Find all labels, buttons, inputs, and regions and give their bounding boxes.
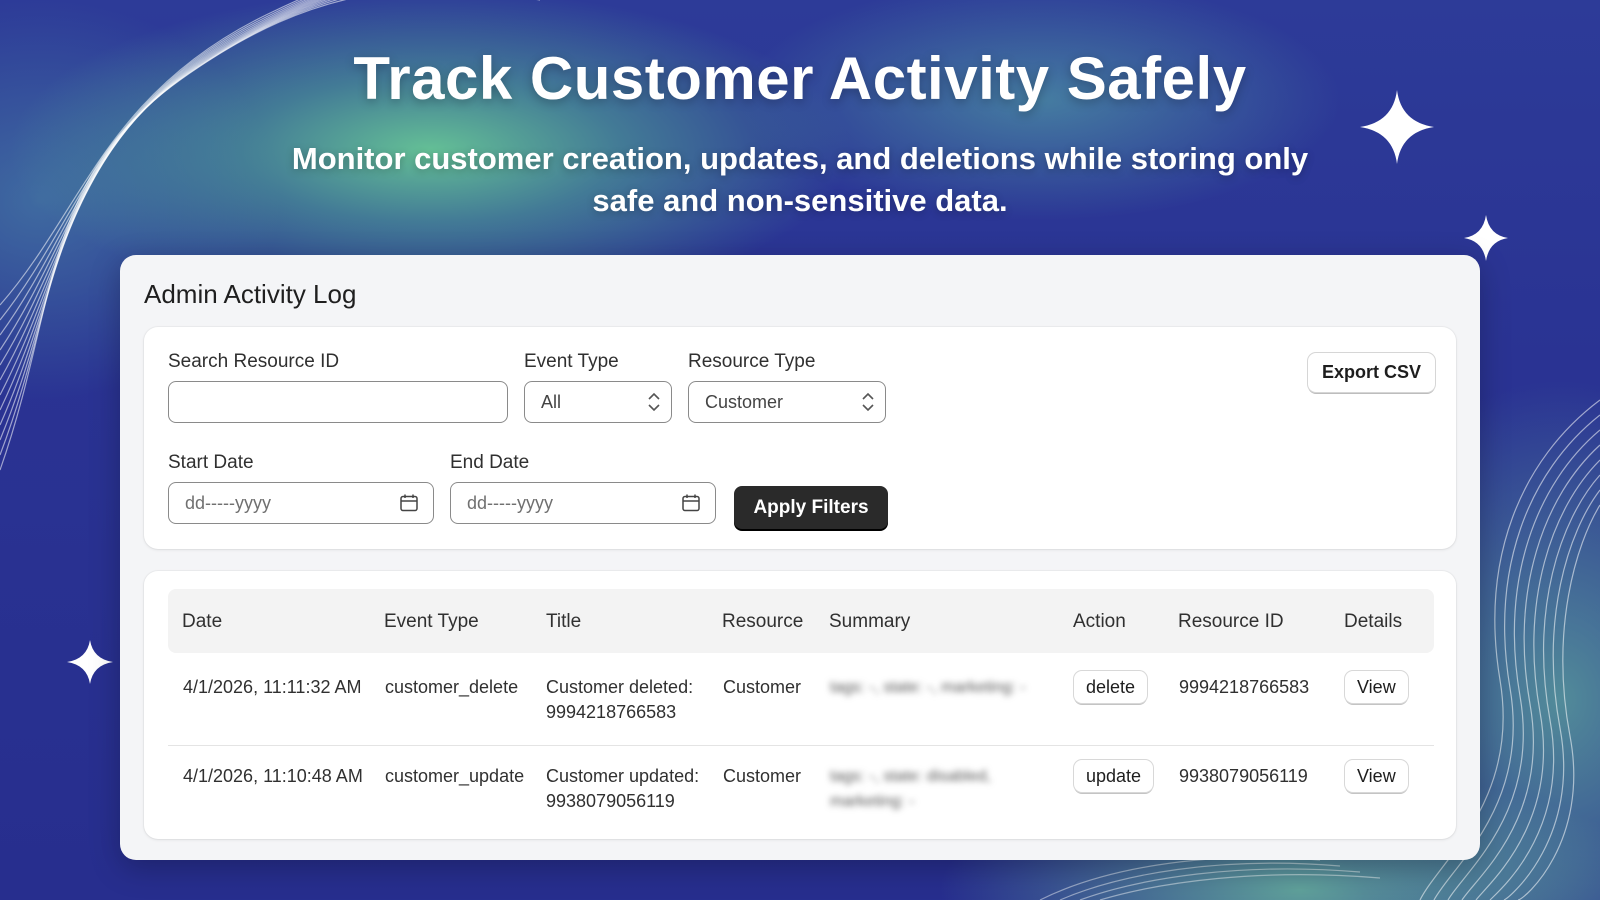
row-resource: Customer xyxy=(723,677,802,697)
row-resource: Customer xyxy=(723,766,802,786)
resource-type-select[interactable]: Customer xyxy=(688,381,886,423)
resource-type-value: Customer xyxy=(705,391,784,412)
panel-title: Admin Activity Log xyxy=(144,279,357,309)
column-header-resource: Resource xyxy=(722,611,804,632)
row-date: 4/1/2026, 11:11:32 AM xyxy=(183,677,362,697)
view-details-button[interactable]: View xyxy=(1345,671,1408,703)
end-date-placeholder: dd-----yyyy xyxy=(467,492,553,513)
sparkle-small xyxy=(1464,215,1508,261)
end-date-input[interactable]: dd-----yyyy xyxy=(450,482,716,524)
column-header-event-type: Event Type xyxy=(384,611,479,632)
chevron-updown-icon xyxy=(648,392,660,412)
row-summary-redacted: tags: -, state: -, marketing: - xyxy=(830,679,1026,696)
end-date-label: End Date xyxy=(450,452,530,473)
resource-type-label: Resource Type xyxy=(688,351,816,372)
view-details-button[interactable]: View xyxy=(1345,760,1408,792)
sparkle-left xyxy=(67,640,113,684)
filter-card: Search Resource ID Event Type All Resour… xyxy=(144,327,1456,549)
row-event-type: customer_delete xyxy=(385,677,519,697)
row-date: 4/1/2026, 11:10:48 AM xyxy=(183,766,363,786)
export-csv-button[interactable]: Export CSV xyxy=(1308,353,1435,392)
row-resource-id: 9938079056119 xyxy=(1179,766,1308,786)
calendar-icon[interactable] xyxy=(399,493,419,513)
row-divider xyxy=(168,745,1434,746)
hero-subtitle: Monitor customer creation, updates, and … xyxy=(291,141,1309,218)
row-title: Customer updated: 9938079056119 xyxy=(546,766,700,811)
hero-title: Track Customer Activity Safely xyxy=(353,45,1247,112)
row-title: Customer deleted: 9994218766583 xyxy=(546,677,694,722)
row-resource-id: 9994218766583 xyxy=(1179,677,1310,697)
action-badge[interactable]: update xyxy=(1074,760,1154,792)
activity-table: Date Event Type Title Resource Summary A… xyxy=(144,571,1456,839)
action-badge[interactable]: delete xyxy=(1074,671,1148,703)
column-header-summary: Summary xyxy=(829,611,911,632)
row-summary-redacted: tags: -, state: disabled, marketing: - xyxy=(830,768,991,810)
column-header-date: Date xyxy=(182,611,223,632)
start-date-placeholder: dd-----yyyy xyxy=(185,492,271,513)
row-event-type: customer_update xyxy=(385,766,525,786)
search-resource-id-input[interactable] xyxy=(168,381,508,423)
column-header-details: Details xyxy=(1344,611,1403,632)
search-label: Search Resource ID xyxy=(168,351,340,372)
table-header: Date Event Type Title Resource Summary A… xyxy=(168,589,1434,653)
event-type-value: All xyxy=(541,391,562,412)
activity-log-panel: Admin Activity Log Search Resource ID Ev… xyxy=(120,255,1480,860)
chevron-updown-icon xyxy=(862,392,874,412)
apply-filters-button[interactable]: Apply Filters xyxy=(734,486,888,529)
column-header-title: Title xyxy=(546,611,582,632)
start-date-label: Start Date xyxy=(168,452,254,473)
calendar-icon[interactable] xyxy=(681,493,701,513)
event-type-select[interactable]: All xyxy=(524,381,672,423)
event-type-label: Event Type xyxy=(524,351,619,372)
start-date-input[interactable]: dd-----yyyy xyxy=(168,482,434,524)
column-header-action: Action xyxy=(1073,611,1126,632)
column-header-resource-id: Resource ID xyxy=(1178,611,1284,632)
